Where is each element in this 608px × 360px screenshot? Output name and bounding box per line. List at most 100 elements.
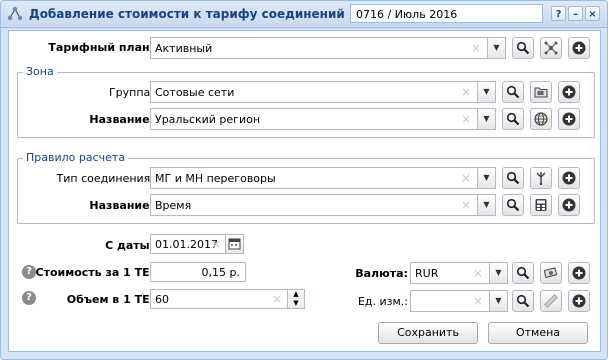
clear-icon[interactable]: ×: [461, 112, 471, 126]
clear-icon[interactable]: ×: [473, 294, 483, 308]
unit-ruler-button[interactable]: [540, 290, 562, 312]
clear-icon[interactable]: ×: [461, 198, 471, 212]
globe-icon: [534, 112, 548, 126]
date-value: 01.01.2017: [155, 238, 218, 251]
zone-name-combo[interactable]: Уральский регион × ▼: [150, 108, 496, 130]
date-field[interactable]: 01.01.2017 ×: [150, 234, 244, 254]
chevron-down-icon[interactable]: ▼: [477, 168, 495, 188]
conn-type-add-button[interactable]: [558, 167, 580, 189]
rule-name-label: Название:: [89, 199, 154, 212]
conn-type-value: МГ и МН переговоры: [155, 172, 276, 185]
money-icon: [544, 267, 558, 279]
group-folder-button[interactable]: [530, 81, 552, 103]
unit-label: Ед. изм.:: [357, 295, 408, 308]
clear-icon[interactable]: ×: [211, 237, 221, 251]
group-add-button[interactable]: [558, 81, 580, 103]
folder-icon: [534, 87, 548, 98]
add-icon: [562, 171, 576, 185]
chevron-down-icon[interactable]: ▼: [477, 195, 495, 215]
cost-field[interactable]: 0,15 р.: [150, 262, 246, 282]
minimize-button[interactable]: –: [568, 6, 583, 21]
conn-type-search-button[interactable]: [502, 167, 524, 189]
clear-icon[interactable]: ×: [461, 85, 471, 99]
clear-icon[interactable]: ×: [461, 171, 471, 185]
close-button[interactable]: ×: [585, 6, 600, 21]
currency-value: RUR: [415, 267, 439, 280]
cancel-button[interactable]: Отмена: [488, 322, 588, 344]
add-icon: [562, 198, 576, 212]
clear-icon[interactable]: ×: [473, 266, 483, 280]
currency-combo[interactable]: RUR × ▼: [410, 262, 508, 284]
currency-money-button[interactable]: [540, 262, 562, 284]
rule-name-search-button[interactable]: [502, 194, 524, 216]
volume-label: Объем в 1 ТЕ:: [66, 293, 154, 306]
currency-label: Валюта:: [355, 267, 408, 280]
chevron-down-icon[interactable]: ▼: [489, 291, 507, 311]
search-icon: [506, 85, 520, 99]
chevron-down-icon[interactable]: ▼: [487, 38, 505, 58]
currency-add-button[interactable]: [568, 262, 590, 284]
zone-legend: Зона: [23, 65, 57, 78]
add-icon: [572, 294, 586, 308]
calculator-icon: [535, 199, 547, 211]
fork-icon: [536, 172, 546, 185]
rule-name-combo[interactable]: Время × ▼: [150, 194, 496, 216]
chevron-down-icon[interactable]: ▼: [489, 263, 507, 283]
zone-name-value: Уральский регион: [155, 113, 261, 126]
period-display: 0716 / Июль 2016: [350, 4, 543, 23]
search-icon: [506, 171, 520, 185]
conn-type-combo[interactable]: МГ и МН переговоры × ▼: [150, 167, 496, 189]
title-bar[interactable]: Добавление стоимости к тарифу соединений…: [1, 1, 607, 28]
group-combo[interactable]: Сотовые сети × ▼: [150, 81, 496, 103]
add-icon: [562, 112, 576, 126]
add-icon: [572, 266, 586, 280]
chevron-down-icon[interactable]: ▼: [477, 82, 495, 102]
search-icon: [506, 112, 520, 126]
group-label: Группа:: [108, 86, 154, 99]
rule-legend: Правило расчета: [23, 151, 129, 164]
add-icon: [572, 41, 586, 55]
search-icon: [506, 198, 520, 212]
conn-type-fork-button[interactable]: [530, 167, 552, 189]
tariff-combo[interactable]: Активный × ▼: [150, 37, 506, 59]
unit-combo[interactable]: × ▼: [410, 290, 508, 312]
volume-stepper[interactable]: 60 × ▲ ▼: [150, 289, 305, 309]
volume-help-icon[interactable]: ?: [22, 291, 36, 305]
zone-name-globe-button[interactable]: [530, 108, 552, 130]
form-body: Тарифный план: Активный × ▼ Зона Группа:…: [8, 30, 601, 352]
unit-add-button[interactable]: [568, 290, 590, 312]
cost-label: Стоимость за 1 ТЕ:: [35, 266, 155, 279]
tariff-network-button[interactable]: [540, 37, 562, 59]
date-label: С даты:: [105, 239, 154, 252]
rule-name-calc-button[interactable]: [530, 194, 552, 216]
calendar-trigger[interactable]: [225, 235, 243, 253]
network-icon: [544, 41, 558, 55]
cost-help-icon[interactable]: ?: [22, 265, 36, 279]
clear-icon[interactable]: ×: [471, 41, 481, 55]
tariff-search-button[interactable]: [512, 37, 534, 59]
search-icon: [516, 266, 530, 280]
calendar-icon: [228, 238, 241, 250]
search-icon: [516, 294, 530, 308]
tariff-label: Тарифный план:: [48, 41, 154, 54]
spin-down-icon[interactable]: ▼: [287, 299, 304, 308]
chevron-down-icon[interactable]: ▼: [477, 109, 495, 129]
help-button[interactable]: ?: [551, 6, 566, 21]
unit-search-button[interactable]: [512, 290, 534, 312]
add-icon: [562, 85, 576, 99]
save-button[interactable]: Сохранить: [378, 322, 478, 344]
ruler-icon: [544, 294, 558, 308]
currency-search-button[interactable]: [512, 262, 534, 284]
rule-name-add-button[interactable]: [558, 194, 580, 216]
search-icon: [516, 41, 530, 55]
rule-name-value: Время: [155, 199, 192, 212]
group-value: Сотовые сети: [155, 86, 235, 99]
zone-name-search-button[interactable]: [502, 108, 524, 130]
cost-value: 0,15 р.: [201, 266, 240, 279]
zone-name-add-button[interactable]: [558, 108, 580, 130]
conn-type-label: Тип соединения:: [56, 172, 154, 185]
tariff-add-button[interactable]: [568, 37, 590, 59]
clear-icon[interactable]: ×: [272, 292, 282, 306]
dialog-window: Добавление стоимости к тарифу соединений…: [0, 0, 608, 360]
group-search-button[interactable]: [502, 81, 524, 103]
